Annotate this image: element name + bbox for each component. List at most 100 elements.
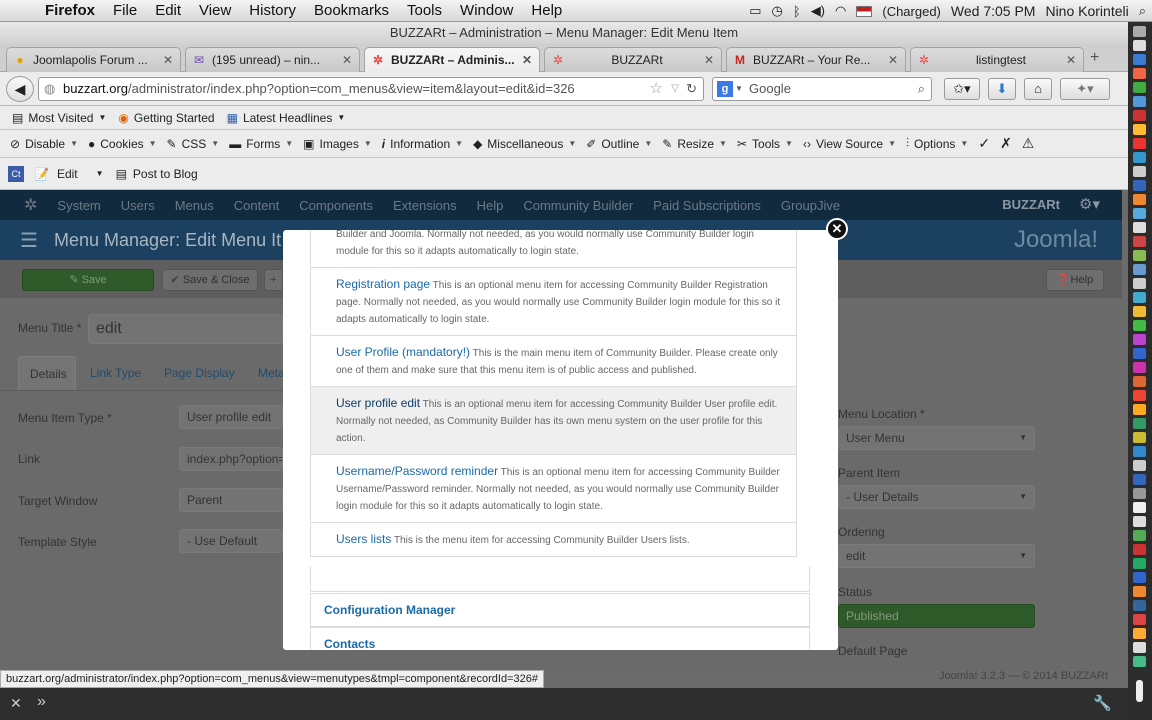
warning-icon[interactable]: ⚠ (1022, 135, 1035, 152)
close-tab-icon[interactable]: ✕ (1065, 53, 1077, 67)
dock-app-icon[interactable] (1133, 390, 1146, 401)
dock-app-icon[interactable] (1133, 362, 1146, 373)
nav-content[interactable]: Content (224, 198, 290, 213)
dev-images-menu[interactable]: ▣ Images ▼ (303, 137, 372, 151)
dock-scrollbar[interactable] (1136, 680, 1143, 702)
dev-options-menu[interactable]: ⫶ Options ▼ (906, 136, 968, 151)
save-new-button[interactable]: + (264, 269, 283, 291)
menu-title-input[interactable]: edit (88, 314, 283, 344)
double-chevron-icon[interactable]: » (37, 693, 46, 711)
nav-components[interactable]: Components (289, 198, 383, 213)
registration-page-link[interactable]: Registration page (336, 277, 430, 291)
user-profile-link[interactable]: User Profile (mandatory!) (336, 345, 470, 359)
url-bar[interactable]: ◍ buzzart.org/administrator/index.php?op… (38, 77, 704, 101)
dock-app-icon[interactable] (1133, 152, 1146, 163)
tab-joomlapolis[interactable]: ● Joomlapolis Forum ... ✕ (6, 47, 181, 72)
dock-app-icon[interactable] (1133, 264, 1146, 275)
dev-forms-menu[interactable]: ▬ Forms ▼ (229, 137, 293, 151)
dock-app-icon[interactable] (1133, 544, 1146, 555)
dock-app-icon[interactable] (1133, 26, 1146, 37)
tab-gmail[interactable]: M BUZZARt – Your Re... ✕ (726, 47, 906, 72)
dock-app-icon[interactable] (1133, 656, 1146, 667)
close-tab-icon[interactable]: ✕ (703, 53, 715, 67)
tab-page-display[interactable]: Page Display (164, 366, 235, 380)
users-lists-link[interactable]: Users lists (336, 532, 391, 546)
user-name[interactable]: Nino Korinteli (1045, 3, 1128, 19)
dock-app-icon[interactable] (1133, 572, 1146, 583)
nav-paid-subscriptions[interactable]: Paid Subscriptions (643, 198, 771, 213)
bookmark-getting-started[interactable]: ◉ Getting Started (118, 111, 214, 125)
cross-icon[interactable]: ✗ (1000, 135, 1012, 152)
accordion-configuration-manager[interactable]: Configuration Manager (310, 593, 810, 627)
dock-app-icon[interactable] (1133, 96, 1146, 107)
dock-app-icon[interactable] (1133, 68, 1146, 79)
search-input[interactable]: Google (749, 81, 791, 96)
back-button[interactable]: ◀ (6, 76, 34, 102)
list-item-user-profile[interactable]: User Profile (mandatory!) This is the ma… (311, 336, 796, 387)
nav-menus[interactable]: Menus (165, 198, 224, 213)
user-profile-edit-link[interactable]: User profile edit (336, 396, 420, 410)
wifi-icon[interactable]: ◠ (835, 3, 846, 19)
nav-community-builder[interactable]: Community Builder (513, 198, 643, 213)
time-machine-icon[interactable]: ◷ (772, 3, 783, 19)
dock-app-icon[interactable] (1133, 222, 1146, 233)
download-icon[interactable]: ⬇ (988, 78, 1016, 100)
dock-app-icon[interactable] (1133, 432, 1146, 443)
dock-app-icon[interactable] (1133, 320, 1146, 331)
flag-icon[interactable] (856, 5, 873, 17)
dock-app-icon[interactable] (1133, 586, 1146, 597)
menu-help[interactable]: Help (522, 2, 571, 19)
dev-view-source-menu[interactable]: ‹› View Source ▼ (803, 137, 896, 151)
dock-app-icon[interactable] (1133, 236, 1146, 247)
dock-app-icon[interactable] (1133, 376, 1146, 387)
close-tab-icon[interactable]: ✕ (521, 53, 533, 67)
nav-system[interactable]: System (47, 198, 110, 213)
dock-app-icon[interactable] (1133, 600, 1146, 611)
menu-item-type-field[interactable]: User profile edit (179, 405, 283, 429)
search-icon[interactable]: ⌕ (918, 78, 925, 100)
nav-groupjive[interactable]: GroupJive (771, 198, 850, 213)
dock-app-icon[interactable] (1133, 40, 1146, 51)
menu-view[interactable]: View (190, 2, 240, 19)
dock-app-icon[interactable] (1133, 628, 1146, 639)
parent-item-select[interactable]: - User Details ▼ (838, 485, 1035, 509)
dev-css-menu[interactable]: ✎ CSS ▼ (167, 137, 220, 151)
nav-help[interactable]: Help (467, 198, 514, 213)
status-toggle[interactable]: Published (838, 604, 1035, 628)
close-icon[interactable]: ✕ (826, 218, 848, 240)
volume-icon[interactable]: ◀) (811, 3, 825, 19)
dock-app-icon[interactable] (1133, 166, 1146, 177)
bluetooth-icon[interactable]: ᛒ (793, 4, 801, 19)
list-item-registration-page[interactable]: Registration page This is an optional me… (311, 268, 796, 336)
menu-tools[interactable]: Tools (398, 2, 451, 19)
list-item[interactable]: Builder and Joomla. Normally not needed,… (311, 230, 796, 268)
home-icon[interactable]: ⌂ (1024, 78, 1052, 100)
close-icon[interactable]: ✕ (10, 695, 22, 712)
menu-app-firefox[interactable]: Firefox (36, 2, 104, 19)
save-button[interactable]: ✎ Save (22, 269, 154, 291)
tab-metadata[interactable]: Meta (258, 366, 285, 380)
dock-app-icon[interactable] (1133, 614, 1146, 625)
post-to-blog-button[interactable]: Post to Blog (133, 167, 198, 181)
dock-app-icon[interactable] (1133, 250, 1146, 261)
dock-app-icon[interactable] (1133, 488, 1146, 499)
dock-app-icon[interactable] (1133, 502, 1146, 513)
dock-app-icon[interactable] (1133, 460, 1146, 471)
close-tab-icon[interactable]: ✕ (162, 53, 174, 67)
close-tab-icon[interactable]: ✕ (887, 53, 899, 67)
url-dropdown-icon[interactable]: ▽ (671, 78, 679, 100)
dock-app-icon[interactable] (1133, 348, 1146, 359)
list-item-users-lists[interactable]: Users lists This is the menu item for ac… (311, 523, 796, 556)
dock-app-icon[interactable] (1133, 208, 1146, 219)
bookmark-most-visited[interactable]: ▤ Most Visited ▼ (12, 111, 106, 125)
gear-icon[interactable]: ⚙▾ (1079, 195, 1100, 213)
search-bar[interactable]: g ▼ Google ⌕ (712, 77, 932, 101)
dock-app-icon[interactable] (1133, 194, 1146, 205)
check-icon[interactable]: ✓ (978, 135, 990, 152)
dock-app-icon[interactable] (1133, 180, 1146, 191)
joomla-logo-icon[interactable]: ✲ (14, 195, 47, 215)
menu-edit[interactable]: Edit (146, 2, 190, 19)
bookmark-latest-headlines[interactable]: ▦ Latest Headlines ▼ (227, 111, 346, 125)
ordering-select[interactable]: edit ▼ (838, 544, 1035, 568)
bookmark-star-icon[interactable]: ☆ (650, 78, 663, 100)
